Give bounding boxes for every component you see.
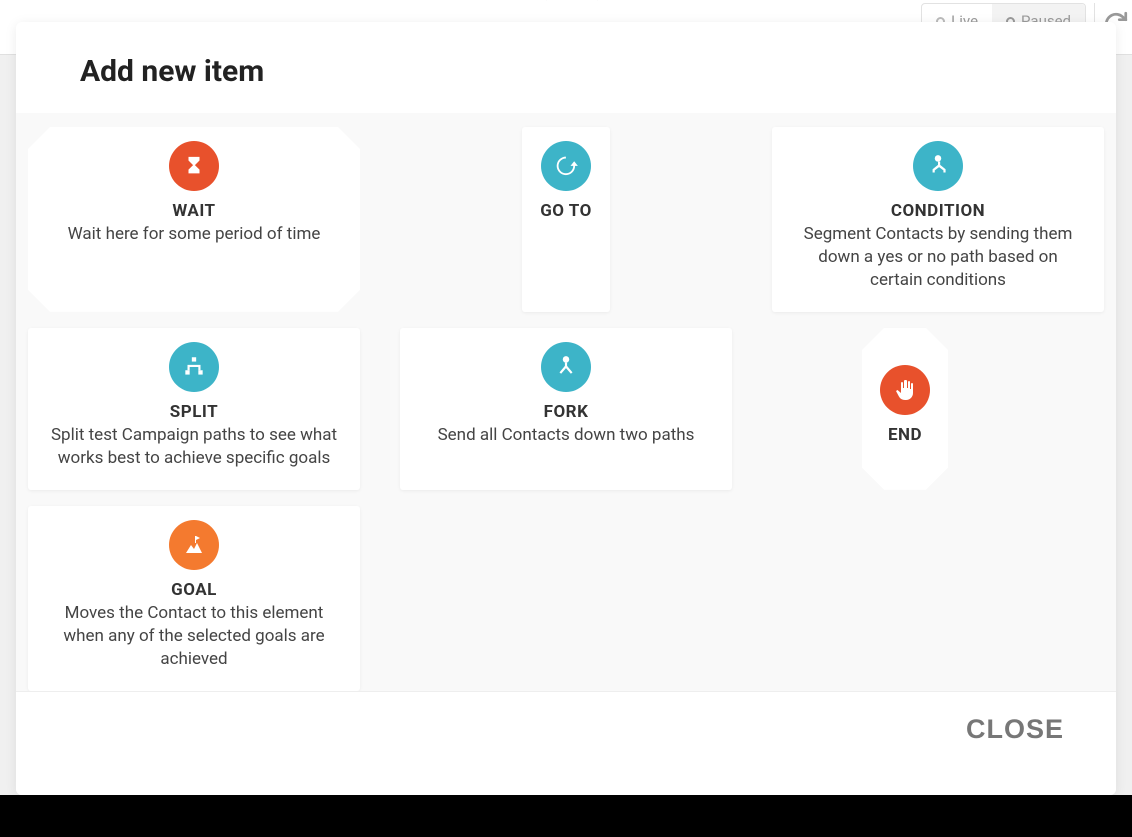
modal-title: Add new item — [80, 54, 1052, 89]
split-tree-icon — [169, 342, 219, 392]
condition-branch-icon — [913, 141, 963, 191]
item-split[interactable]: SPLIT Split test Campaign paths to see w… — [28, 328, 360, 490]
fork-icon — [541, 342, 591, 392]
stop-hand-icon — [880, 365, 930, 415]
item-goto-title: GO TO — [540, 201, 592, 221]
item-condition-desc: Segment Contacts by sending them down a … — [790, 223, 1086, 292]
modal-body: WAIT Wait here for some period of time G… — [16, 113, 1116, 691]
item-end[interactable]: END — [862, 328, 948, 490]
goto-arrow-icon — [541, 141, 591, 191]
item-fork[interactable]: FORK Send all Contacts down two paths — [400, 328, 732, 490]
item-end-title: END — [888, 425, 922, 445]
item-condition[interactable]: CONDITION Segment Contacts by sending th… — [772, 127, 1104, 312]
goal-flag-icon — [169, 520, 219, 570]
item-goal-title: GOAL — [171, 580, 217, 600]
hourglass-icon — [169, 141, 219, 191]
item-wait-desc: Wait here for some period of time — [68, 223, 321, 246]
item-wait[interactable]: WAIT Wait here for some period of time — [28, 127, 360, 312]
item-grid: WAIT Wait here for some period of time G… — [28, 127, 1104, 691]
item-split-desc: Split test Campaign paths to see what wo… — [46, 424, 342, 470]
item-split-title: SPLIT — [170, 402, 218, 422]
item-wait-title: WAIT — [172, 201, 215, 221]
item-fork-desc: Send all Contacts down two paths — [438, 424, 695, 447]
item-goal[interactable]: GOAL Moves the Contact to this element w… — [28, 506, 360, 691]
close-button[interactable]: CLOSE — [966, 714, 1064, 745]
add-item-modal: Add new item WAIT Wait here for some per… — [16, 22, 1116, 795]
item-fork-title: FORK — [544, 402, 589, 422]
modal-header: Add new item — [16, 22, 1116, 113]
item-goto[interactable]: GO TO — [522, 127, 610, 312]
item-condition-title: CONDITION — [891, 201, 985, 221]
item-goal-desc: Moves the Contact to this element when a… — [46, 602, 342, 671]
modal-footer: CLOSE — [16, 691, 1116, 795]
